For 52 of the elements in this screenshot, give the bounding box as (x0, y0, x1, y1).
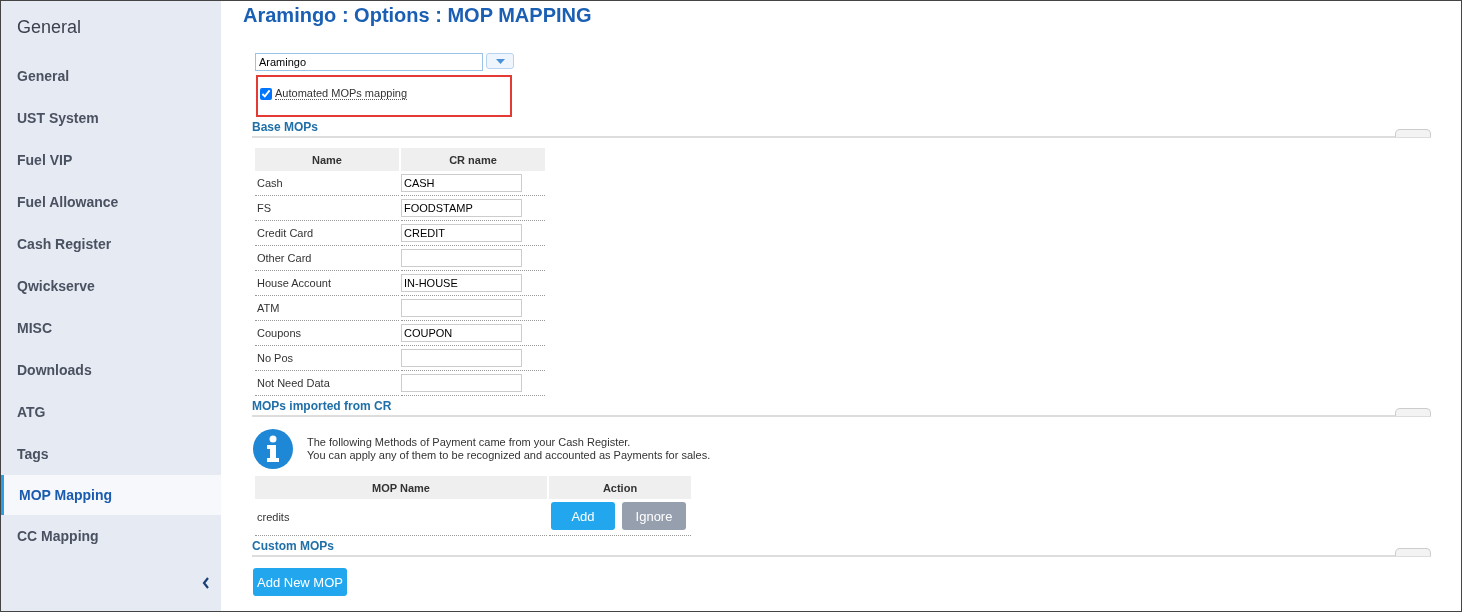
checkbox[interactable] (260, 87, 272, 100)
table-cell: FS (255, 196, 399, 221)
sidebar-item[interactable]: MOP Mapping (1, 475, 221, 515)
info-icon (253, 429, 293, 469)
sidebar-item[interactable]: General (1, 55, 221, 97)
table-cell: credits (255, 499, 547, 536)
sidebar-item[interactable]: Tags (1, 433, 221, 475)
section-tab[interactable] (1395, 408, 1431, 416)
table-cell: Cash (255, 171, 399, 196)
page-title: Aramingo : Options : MOP MAPPING (243, 4, 593, 27)
cr-name-field[interactable]: COUPON (401, 324, 522, 342)
sidebar-item[interactable]: ATG (1, 391, 221, 433)
cr-name-field[interactable] (401, 299, 522, 317)
section-tab[interactable] (1395, 548, 1431, 556)
sidebar-item[interactable]: Fuel VIP (1, 139, 221, 181)
collapse-icon[interactable] (202, 577, 210, 589)
store-select[interactable]: Aramingo (255, 53, 483, 71)
sidebar-item[interactable]: Fuel Allowance (1, 181, 221, 223)
dropdown-button[interactable] (486, 53, 514, 69)
table-cell: Coupons (255, 321, 399, 346)
sidebar-item[interactable]: Cash Register (1, 223, 221, 265)
sidebar-item[interactable]: MISC (1, 307, 221, 349)
sidebar-item[interactable]: CC Mapping (1, 515, 221, 557)
table-cell: Credit Card (255, 221, 399, 246)
cr-name-field[interactable] (401, 374, 522, 392)
caret-icon (495, 58, 505, 64)
cr-name-field[interactable]: IN-HOUSE (401, 274, 522, 292)
column-header: Action (549, 476, 691, 499)
table-cell: ATM (255, 296, 399, 321)
sidebar-item[interactable]: Downloads (1, 349, 221, 391)
section-title: Base MOPs (252, 120, 320, 136)
table-cell: No Pos (255, 346, 399, 371)
sidebar-heading: General (16, 16, 83, 39)
table-cell: House Account (255, 271, 399, 296)
section-tab[interactable] (1395, 129, 1431, 137)
table-cell: Other Card (255, 246, 399, 271)
cr-name-field[interactable]: CASH (401, 174, 522, 192)
column-header: Name (255, 148, 399, 171)
column-header: CR name (401, 148, 545, 171)
section-title: Custom MOPs (252, 539, 335, 555)
info-text: You can apply any of them to be recognized and accounted as Payments for sales. (307, 449, 711, 462)
checkbox-label[interactable]: Automated MOPs mapping (275, 87, 408, 100)
sidebar-item[interactable]: Qwickserve (1, 265, 221, 307)
cr-name-field[interactable] (401, 249, 522, 267)
section-title: MOPs imported from CR (252, 399, 393, 415)
sidebar-item[interactable]: UST System (1, 97, 221, 139)
cr-name-field[interactable] (401, 349, 522, 367)
info-text: The following Methods of Payment came from your Cash Register. (307, 436, 632, 449)
table-cell: Not Need Data (255, 371, 399, 396)
cr-name-field[interactable]: CREDIT (401, 224, 522, 242)
cr-name-field[interactable]: FOODSTAMP (401, 199, 522, 217)
column-header: MOP Name (255, 476, 547, 499)
